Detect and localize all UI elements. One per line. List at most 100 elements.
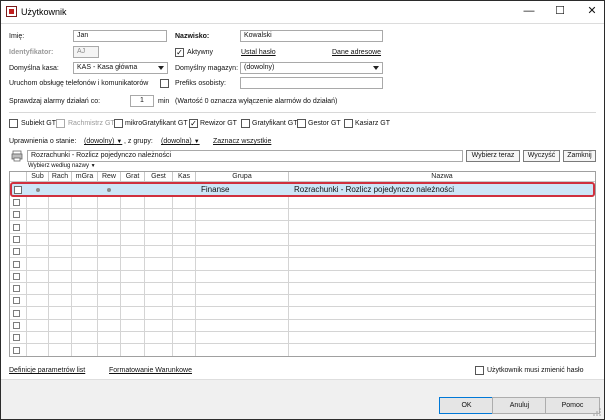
table-row[interactable] (10, 283, 595, 296)
role-subiekt-checkbox[interactable] (9, 119, 18, 128)
chevron-down-icon: ▼ (90, 163, 96, 169)
chevron-down-icon (373, 66, 379, 70)
column-header-nazwa[interactable]: Nazwa (289, 172, 595, 182)
maximize-button[interactable]: ☐ (552, 4, 568, 18)
role-mikrogratyfikant-label: mikroGratyfikant GT (125, 120, 188, 127)
default-warehouse-label: Domyślny magazyn: (175, 65, 239, 72)
table-row[interactable] (10, 209, 595, 222)
state-filter-value: (dowolny) (84, 138, 115, 145)
role-kasiarz-checkbox[interactable] (344, 119, 353, 128)
group-filter-value: (dowolna) (161, 138, 192, 145)
table-row[interactable] (10, 234, 595, 246)
close-search-button[interactable]: Zamknij (563, 150, 596, 162)
must-change-password-checkbox[interactable] (475, 366, 484, 375)
default-cash-select[interactable]: KAS - Kasa główna (73, 62, 168, 74)
column-header-grat[interactable]: Grat (121, 172, 145, 182)
alarm-minutes-field[interactable]: 1 (130, 95, 154, 107)
column-header-gest[interactable]: Gest (145, 172, 173, 182)
dialog-footer: OK Anuluj Pomoc (1, 379, 604, 419)
column-header-mgra[interactable]: mGra (72, 172, 98, 182)
column-header-rach[interactable]: Rach (49, 172, 72, 182)
row-checkbox[interactable] (13, 235, 20, 243)
state-filter-dropdown[interactable]: (dowolny) ▼ (84, 138, 122, 145)
column-header-kas[interactable]: Kas (173, 172, 196, 182)
column-header-check (10, 172, 27, 182)
table-row[interactable] (10, 320, 595, 332)
row-checkbox[interactable] (13, 309, 20, 317)
column-header-sub[interactable]: Sub (27, 172, 49, 182)
role-subiekt-label: Subiekt GT (21, 120, 57, 127)
first-name-label: Imię: (9, 33, 25, 40)
permission-search-input[interactable]: Rozrachunki - Rozlicz pojedynczo należno… (27, 150, 463, 162)
table-row[interactable] (10, 308, 595, 320)
default-warehouse-select[interactable]: (dowolny) (240, 62, 383, 74)
row-checkbox[interactable] (14, 186, 22, 194)
row-checkbox[interactable] (13, 260, 20, 268)
active-checkbox[interactable]: ✓ (175, 48, 184, 57)
chevron-down-icon (158, 66, 164, 70)
close-button[interactable]: ✕ (584, 4, 600, 18)
row-checkbox[interactable] (13, 272, 20, 280)
phone-service-checkbox[interactable] (160, 79, 169, 88)
set-password-link[interactable]: Ustal hasło (241, 49, 276, 56)
role-gestor-label: Gestor GT (308, 120, 341, 127)
permissions-table: Sub Rach mGra Rew Grat Gest Kas Grupa Na… (9, 171, 596, 357)
role-mikrogratyfikant-checkbox[interactable] (114, 119, 123, 128)
table-row[interactable] (10, 222, 595, 234)
minimize-button[interactable]: — (521, 4, 537, 18)
search-by-dropdown[interactable]: Wybierz według nazwy ▼ (28, 163, 96, 169)
param-defs-link[interactable]: Definicje parametrów list (9, 367, 85, 374)
role-gestor-checkbox[interactable] (297, 119, 306, 128)
table-row[interactable] (10, 295, 595, 308)
address-data-link[interactable]: Dane adresowe (332, 49, 381, 56)
alarm-check-label: Sprawdzaj alarmy działań co: (9, 98, 101, 105)
table-row[interactable] (10, 345, 595, 356)
resize-grip-icon[interactable] (593, 408, 601, 416)
state-filter-label: Uprawnienia o stanie: (9, 138, 77, 145)
table-row[interactable] (10, 246, 595, 259)
last-name-field[interactable]: Kowalski (240, 30, 383, 42)
chevron-down-icon: ▼ (193, 139, 200, 145)
clear-button[interactable]: Wyczyść (523, 150, 560, 162)
conditional-format-link[interactable]: Formatowanie Warunkowe (109, 367, 192, 374)
permission-rew-dot (107, 188, 111, 192)
last-name-label: Nazwisko: (175, 33, 210, 40)
row-name: Rozrachunki - Rozlicz pojedynczo należno… (294, 185, 455, 194)
group-filter-dropdown[interactable]: (dowolna) ▼ (161, 138, 200, 145)
row-checkbox[interactable] (13, 285, 20, 293)
first-name-field[interactable]: Jan (73, 30, 167, 42)
table-row[interactable] (10, 332, 595, 345)
select-all-link[interactable]: Zaznacz wszystkie (213, 138, 271, 145)
row-checkbox[interactable] (13, 248, 20, 256)
table-row[interactable] (10, 271, 595, 283)
checkmark-icon: ✓ (176, 48, 183, 57)
role-rewizor-checkbox[interactable]: ✓ (189, 119, 198, 128)
row-checkbox[interactable] (13, 211, 20, 219)
role-gratyfikant-checkbox[interactable] (241, 119, 250, 128)
table-row-selected[interactable]: Finanse Rozrachunki - Rozlicz pojedynczo… (10, 182, 595, 197)
prefix-field[interactable] (240, 77, 383, 89)
title-bar[interactable]: Użytkownik — ☐ ✕ (1, 1, 604, 23)
search-by-label: Wybierz według nazwy (28, 163, 89, 169)
row-checkbox[interactable] (13, 297, 20, 305)
row-checkbox[interactable] (13, 346, 20, 354)
cancel-button[interactable]: Anuluj (492, 397, 547, 414)
row-checkbox[interactable] (13, 199, 20, 206)
printer-icon[interactable] (11, 150, 23, 162)
table-row[interactable] (10, 259, 595, 271)
identifier-field: AJ (73, 46, 99, 58)
default-warehouse-value: (dowolny) (244, 64, 275, 71)
identifier-label: Identyfikator: (9, 49, 54, 56)
select-now-button[interactable]: Wybierz teraz (466, 150, 520, 162)
row-checkbox[interactable] (13, 334, 20, 342)
table-row[interactable] (10, 197, 595, 209)
ok-button[interactable]: OK (439, 397, 494, 414)
role-rachmistrz-checkbox (56, 119, 65, 128)
phone-service-label: Uruchom obsługę telefonów i komunikatoró… (9, 80, 149, 87)
row-checkbox[interactable] (13, 223, 20, 231)
column-header-rew[interactable]: Rew (98, 172, 121, 182)
help-button[interactable]: Pomoc (545, 397, 600, 414)
row-checkbox[interactable] (13, 322, 20, 329)
column-header-grupa[interactable]: Grupa (196, 172, 289, 182)
window-title: Użytkownik (21, 7, 67, 17)
